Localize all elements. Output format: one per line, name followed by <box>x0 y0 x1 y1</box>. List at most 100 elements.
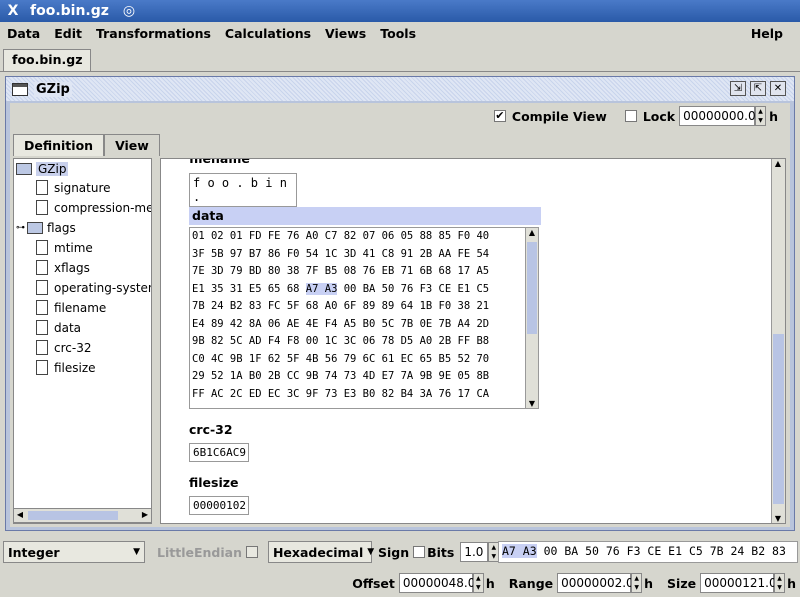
file-icon <box>36 240 48 255</box>
folder-icon <box>27 222 43 234</box>
menu-transformations[interactable]: Transformations <box>96 26 211 41</box>
menu-data[interactable]: Data <box>7 26 40 41</box>
tree-item[interactable]: operating-systen <box>36 280 151 295</box>
crc-32-label: crc-32 <box>189 422 233 437</box>
file-icon <box>36 280 48 295</box>
hex-row: 01 02 01 FD FE 76 A0 C7 82 07 06 05 88 8… <box>192 230 490 242</box>
hex-row: C0 4C 9B 1F 62 5F 4B 56 79 6C 61 EC 65 B… <box>192 352 490 365</box>
folder-open-icon <box>16 163 32 175</box>
scroll-thumb[interactable] <box>773 334 784 504</box>
bits-label: Bits <box>427 544 455 560</box>
type-select[interactable]: Integer ▼ <box>3 541 145 563</box>
offset-spinner[interactable]: ▲ ▼ <box>472 573 484 593</box>
tree-item[interactable]: data <box>36 320 81 335</box>
scroll-right-icon[interactable]: ▶ <box>139 510 151 519</box>
close-icon[interactable]: ✕ <box>770 81 786 96</box>
range-label: Range <box>508 575 554 591</box>
app-swirl-icon: ◎ <box>122 3 136 19</box>
main-vertical-scrollbar[interactable]: ▲ ▼ <box>771 159 785 523</box>
document-tabs: foo.bin.gz <box>0 46 800 72</box>
frame-header: GZip ⇲ ⇱ ✕ <box>6 77 794 101</box>
size-unit: h <box>787 575 796 591</box>
selection-hex-strip[interactable]: A7 A3 00 BA 50 76 F3 CE E1 C5 7B 24 B2 8… <box>498 541 798 563</box>
scroll-left-icon[interactable]: ◀ <box>14 510 26 519</box>
tab-view[interactable]: View <box>104 134 160 156</box>
frame-content: ✔ Compile View Lock 00000000.0 ▲ ▼ h Defi… <box>10 103 790 527</box>
hex-row-highlighted: E1 35 31 E5 65 68 A7 A3 00 BA 50 76 F3 C… <box>192 282 490 295</box>
data-hex-view[interactable]: 01 02 01 FD FE 76 A0 C7 82 07 06 05 88 8… <box>189 227 539 409</box>
hex-row: FF AC 2C ED EC 3C 9F 73 E3 B0 82 B4 3A 7… <box>192 387 490 400</box>
file-icon <box>36 340 48 355</box>
scroll-thumb[interactable] <box>527 242 537 334</box>
file-icon <box>36 260 48 275</box>
bits-field[interactable]: 1.0 <box>460 542 489 562</box>
lock-unit: h <box>769 108 778 124</box>
expand-handle-icon[interactable]: ⊶ <box>16 223 25 233</box>
scroll-down-icon[interactable]: ▼ <box>526 399 538 408</box>
scroll-up-icon[interactable]: ▲ <box>772 159 784 168</box>
tree-item[interactable]: compression-me <box>36 200 151 215</box>
tree-item[interactable]: filesize <box>36 360 96 375</box>
tree-horizontal-scrollbar[interactable]: ◀ ▶ <box>13 508 152 523</box>
offset-label: Offset <box>352 575 395 591</box>
tree-item[interactable]: filename <box>36 300 106 315</box>
tree-item[interactable]: crc-32 <box>36 340 91 355</box>
base-select[interactable]: Hexadecimal ▼ <box>267 541 374 563</box>
hex-row: E4 89 42 8A 06 AE 4E F4 A5 B0 5C 7B 0E 7… <box>192 317 490 330</box>
size-field[interactable]: 00000121.0 <box>700 573 777 593</box>
filename-value[interactable]: f o o . b i n . <box>189 173 297 207</box>
lock-checkbox[interactable] <box>624 110 637 122</box>
menu-views[interactable]: Views <box>325 26 366 41</box>
filesize-label: filesize <box>189 475 239 490</box>
chevron-down-icon: ▼ <box>367 547 375 557</box>
tab-definition[interactable]: Definition <box>13 134 105 156</box>
menu-help[interactable]: Help <box>751 26 783 41</box>
size-spinner[interactable]: ▲ ▼ <box>774 573 786 593</box>
tree-root-gzip[interactable]: GZip <box>16 162 69 176</box>
tree-item[interactable]: xflags <box>36 260 90 275</box>
window-icon <box>12 82 28 96</box>
scroll-thumb[interactable] <box>28 511 118 520</box>
size-label: Size <box>667 575 697 591</box>
offset-unit: h <box>485 575 495 591</box>
lock-label: Lock <box>642 108 676 124</box>
range-unit: h <box>644 575 654 591</box>
file-icon <box>36 180 48 195</box>
lock-offset-field[interactable]: 00000000.0 <box>679 106 756 126</box>
view-tabs: Definition View <box>13 134 160 156</box>
selection-info-bar: Offset 00000048.0 ▲ ▼ h Range 00000002.0 … <box>352 571 796 595</box>
maximize-icon[interactable]: ⇱ <box>750 81 766 96</box>
frame-title: GZip <box>34 81 72 97</box>
range-spinner[interactable]: ▲ ▼ <box>631 573 643 593</box>
filesize-value[interactable]: 00000102 <box>189 496 249 515</box>
compile-view-checkbox[interactable]: ✔ <box>493 110 506 122</box>
file-icon <box>36 200 48 215</box>
tree-item-flags[interactable]: ⊶ flags <box>16 221 76 235</box>
view-options: ✔ Compile View Lock 00000000.0 ▲ ▼ h <box>493 106 778 126</box>
hex-row: 3F 5B 97 B7 86 F0 54 1C 3D 41 C8 91 2B A… <box>192 247 490 260</box>
gzip-internal-frame: GZip ⇲ ⇱ ✕ ✔ Compile View Lock 00000000.… <box>5 76 795 531</box>
scroll-up-icon[interactable]: ▲ <box>526 228 538 237</box>
little-endian-label: LittleEndian <box>157 544 242 560</box>
range-field[interactable]: 00000002.0 <box>557 573 634 593</box>
file-icon <box>36 360 48 375</box>
tree-item[interactable]: signature <box>36 180 111 195</box>
title-bar: X foo.bin.gz ◎ <box>0 0 800 22</box>
structure-tree: GZip signature compression-me ⊶ flags mti… <box>13 158 152 524</box>
menu-tools[interactable]: Tools <box>380 26 416 41</box>
sign-checkbox[interactable] <box>413 546 426 558</box>
little-endian-checkbox[interactable] <box>245 546 258 558</box>
minimize-icon[interactable]: ⇲ <box>730 81 746 96</box>
scroll-down-icon[interactable]: ▼ <box>772 514 784 523</box>
crc-32-value[interactable]: 6B1C6AC9 <box>189 443 249 462</box>
doc-tab-foo-bin-gz[interactable]: foo.bin.gz <box>3 49 92 71</box>
menu-calculations[interactable]: Calculations <box>225 26 311 41</box>
hex-scrollbar[interactable]: ▲ ▼ <box>525 228 538 408</box>
menu-edit[interactable]: Edit <box>54 26 82 41</box>
offset-field[interactable]: 00000048.0 <box>398 573 475 593</box>
tree-item[interactable]: mtime <box>36 240 93 255</box>
chevron-down-icon: ▼ <box>133 547 140 557</box>
lock-spinner[interactable]: ▲ ▼ <box>755 106 767 126</box>
compile-view-label: Compile View <box>511 108 607 124</box>
menu-bar: Data Edit Transformations Calculations V… <box>0 22 800 44</box>
